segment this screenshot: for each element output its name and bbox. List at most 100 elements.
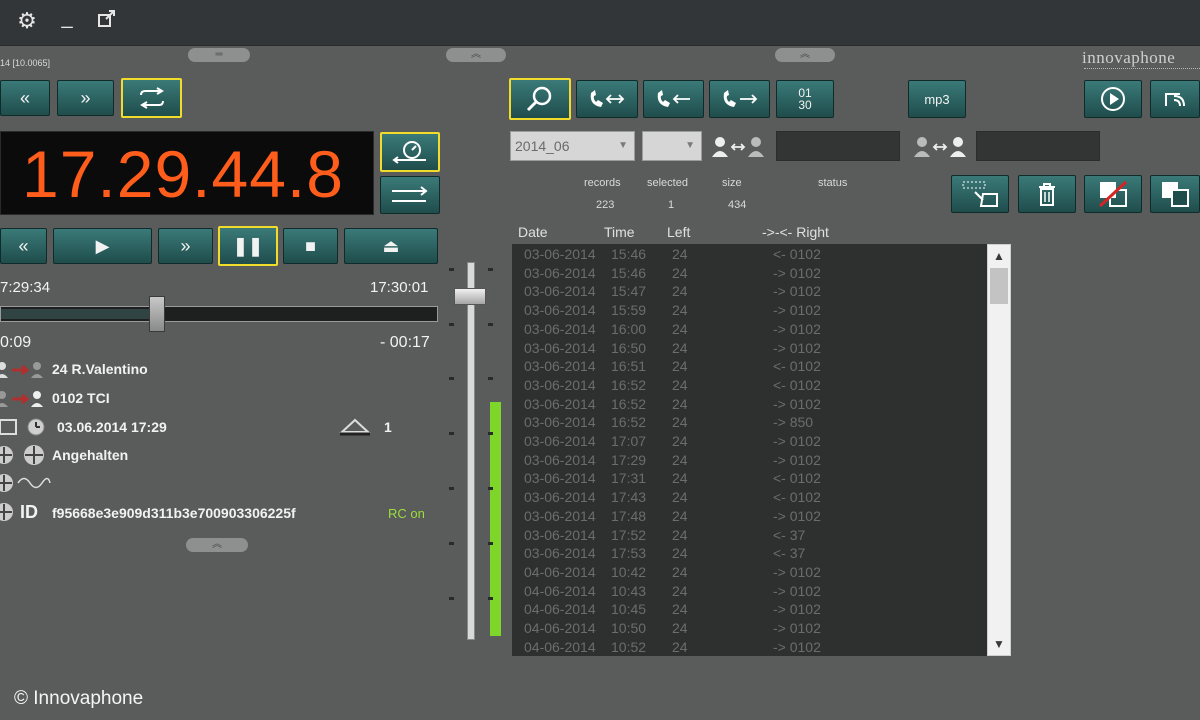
chevron-down-icon: ▼: [685, 140, 695, 151]
copy-button[interactable]: [1150, 175, 1200, 213]
search-icon: [526, 86, 552, 112]
innovaphone-logo: innovaphone: [1082, 48, 1176, 67]
channel-button[interactable]: [380, 176, 440, 214]
table-cell-time: 17:43: [611, 489, 647, 506]
state-icons: [0, 444, 48, 466]
loop-button[interactable]: [121, 78, 182, 118]
minimize-icon[interactable]: _: [54, 8, 80, 34]
table-row[interactable]: 03-06-2014 17:29 24 -> 0102: [518, 452, 983, 471]
phone-outgoing-icon: [723, 90, 757, 107]
collapse-grip[interactable]: ︽: [186, 538, 248, 552]
table-row[interactable]: 03-06-2014 16:51 24 <- 0102: [518, 358, 983, 377]
collapse-grip[interactable]: ︽: [446, 48, 506, 62]
month-select[interactable]: 2014_06 ▼: [510, 131, 635, 161]
tick: [449, 432, 454, 435]
table-row[interactable]: 03-06-2014 16:50 24 -> 0102: [518, 340, 983, 359]
table-row[interactable]: 03-06-2014 15:46 24 <- 0102: [518, 246, 983, 265]
table-cell-right: -> 0102: [773, 264, 821, 281]
table-row[interactable]: 03-06-2014 17:31 24 <- 0102: [518, 470, 983, 489]
play-button[interactable]: ▶: [53, 228, 152, 264]
volume-handle[interactable]: [454, 288, 486, 305]
unlink-button[interactable]: [1084, 175, 1142, 213]
table-row[interactable]: 03-06-2014 16:00 24 -> 0102: [518, 321, 983, 340]
mp3-button[interactable]: mp3: [908, 80, 966, 118]
table-cell-date: 04-06-2014: [524, 638, 596, 655]
stream-button[interactable]: [1150, 80, 1200, 118]
table-cell-time: 10:50: [611, 620, 647, 636]
seek-handle[interactable]: [149, 296, 165, 332]
next-record-button[interactable]: »: [57, 80, 114, 116]
table-cell-left: 24: [672, 395, 688, 412]
detach-icon[interactable]: [94, 8, 120, 34]
table-row[interactable]: 04-06-2014 10:43 24 -> 0102: [518, 583, 983, 602]
table-cell-left: 24: [672, 489, 688, 506]
play-record-button[interactable]: [1084, 80, 1142, 118]
table-cell-time: 17:48: [611, 507, 647, 524]
arrows-icon: [392, 186, 428, 202]
table-row[interactable]: 03-06-2014 15:59 24 -> 0102: [518, 302, 983, 321]
table-cell-time: 17:07: [611, 433, 647, 449]
table-cell-right: -> 0102: [773, 302, 821, 319]
table-row[interactable]: 04-06-2014 10:42 24 -> 0102: [518, 564, 983, 583]
sort-button[interactable]: 01 30: [776, 80, 834, 118]
column-header-time[interactable]: Time: [604, 224, 635, 240]
elapsed-time: 0:09: [0, 334, 32, 351]
search-button[interactable]: [509, 78, 571, 120]
scroll-up-arrow[interactable]: ▲: [987, 244, 1011, 268]
export-folder-button[interactable]: [951, 175, 1009, 213]
table-cell-right: <- 0102: [773, 376, 821, 393]
scroll-thumb[interactable]: [990, 268, 1008, 304]
records-label: records: [584, 177, 621, 189]
id-label: ID: [20, 502, 38, 522]
fast-forward-icon: »: [180, 235, 191, 256]
gear-icon[interactable]: ⚙: [14, 8, 40, 34]
column-header-right[interactable]: ->-<- Right: [762, 224, 829, 240]
table-row[interactable]: 03-06-2014 15:47 24 -> 0102: [518, 283, 983, 302]
calls-both-button[interactable]: [576, 80, 638, 118]
table-row[interactable]: 03-06-2014 17:07 24 -> 0102: [518, 433, 983, 452]
clock-time: 17.29.44.8: [22, 137, 344, 211]
records-list[interactable]: 03-06-2014 15:46 24 <- 0102 03-06-2014 15:46 2…: [512, 244, 987, 656]
trash-icon: [1039, 183, 1055, 206]
stop-button[interactable]: ■: [283, 228, 338, 264]
calls-outgoing-button[interactable]: [709, 80, 770, 118]
eject-button[interactable]: ⏏: [344, 228, 438, 264]
calls-incoming-button[interactable]: [643, 80, 704, 118]
table-row[interactable]: 04-06-2014 10:45 24 -> 0102: [518, 601, 983, 620]
speed-button[interactable]: [380, 132, 440, 172]
secondary-select[interactable]: ▼: [642, 131, 702, 161]
table-cell-left: 24: [672, 545, 688, 562]
party-b-field[interactable]: [976, 131, 1100, 161]
rewind-button[interactable]: «: [0, 228, 47, 264]
tick: [449, 597, 454, 600]
tick: [488, 432, 493, 435]
fast-forward-button[interactable]: »: [158, 228, 213, 264]
chevron-down-icon: ▼: [618, 140, 628, 151]
scrollbar[interactable]: [987, 244, 1011, 656]
resize-grip[interactable]: ═: [188, 48, 250, 62]
table-row[interactable]: 03-06-2014 16:52 24 -> 850: [518, 414, 983, 433]
column-header-left[interactable]: Left: [667, 224, 690, 240]
column-header-date[interactable]: Date: [518, 224, 548, 240]
table-row[interactable]: 03-06-2014 17:53 24 <- 37: [518, 545, 983, 564]
table-row[interactable]: 04-06-2014 10:50 24 -> 0102: [518, 620, 983, 639]
table-cell-right: <- 37: [773, 526, 806, 543]
table-row[interactable]: 03-06-2014 17:48 24 -> 0102: [518, 508, 983, 527]
table-row[interactable]: 03-06-2014 17:52 24 <- 37: [518, 527, 983, 546]
pause-button[interactable]: ❚❚: [218, 226, 278, 266]
scroll-down-arrow[interactable]: ▼: [987, 632, 1011, 656]
table-row[interactable]: 04-06-2014 10:52 24 -> 0102: [518, 639, 983, 656]
table-row[interactable]: 03-06-2014 17:43 24 <- 0102: [518, 489, 983, 508]
volume-slider[interactable]: [467, 262, 475, 640]
eject-icon: ⏏: [382, 235, 400, 256]
table-row[interactable]: 03-06-2014 16:52 24 <- 0102: [518, 377, 983, 396]
collapse-grip[interactable]: ︽: [775, 48, 835, 62]
party-a-field[interactable]: [776, 131, 900, 161]
previous-record-button[interactable]: «: [0, 80, 50, 116]
table-cell-date: 03-06-2014: [524, 246, 596, 262]
table-cell-date: 03-06-2014: [524, 526, 596, 543]
caller-icon: [0, 360, 46, 380]
table-row[interactable]: 03-06-2014 16:52 24 -> 0102: [518, 396, 983, 415]
delete-button[interactable]: [1018, 175, 1076, 213]
table-row[interactable]: 03-06-2014 15:46 24 -> 0102: [518, 265, 983, 284]
